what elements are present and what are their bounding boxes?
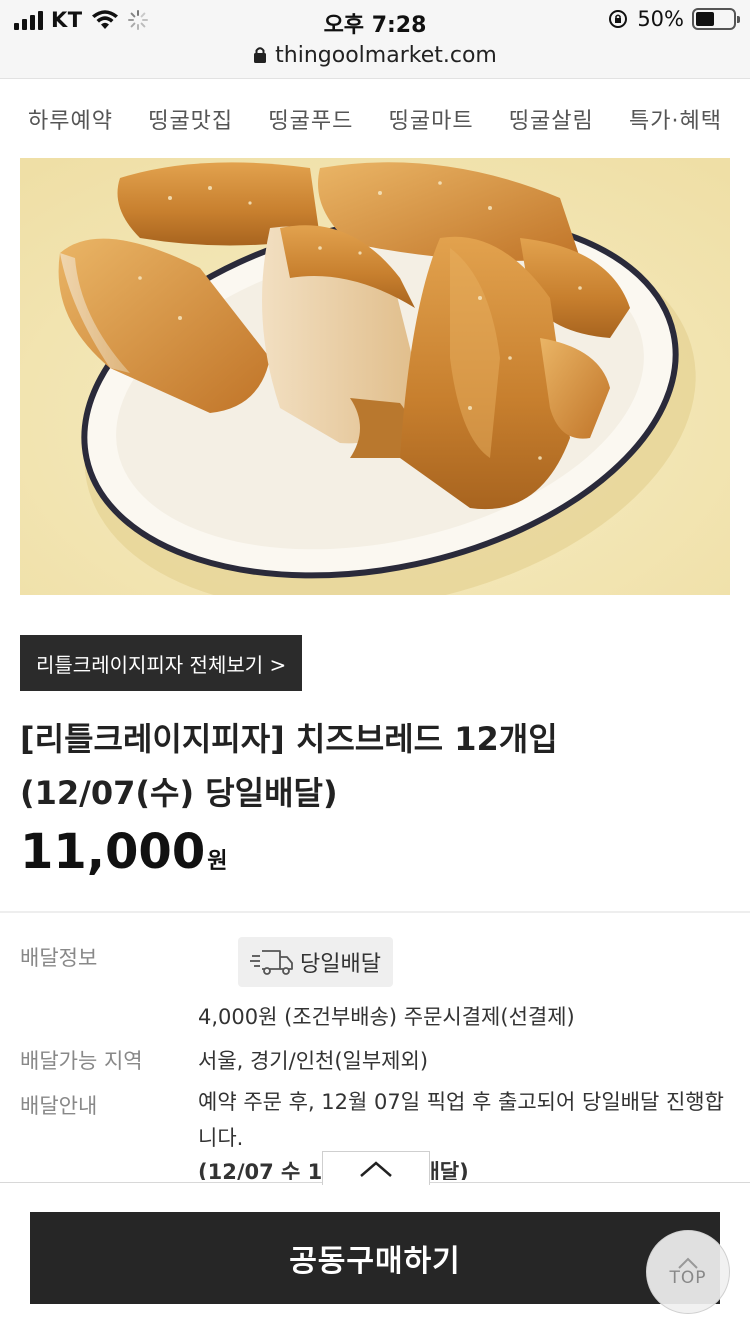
delivery-area-label: 배달가능 지역 xyxy=(20,1049,143,1073)
brand-view-all-button[interactable]: 리틀크레이지피자 전체보기 > xyxy=(20,635,303,691)
url-bar[interactable]: thingoolmarket.com xyxy=(0,40,750,70)
price-unit: 원 xyxy=(207,849,228,874)
url-text: thingoolmarket.com xyxy=(275,42,497,68)
lock-icon xyxy=(254,47,267,63)
delivery-info-label: 배달정보 xyxy=(20,946,98,970)
category-item-food[interactable]: 띵굴푸드 xyxy=(268,103,353,135)
product-price: 11,000원 xyxy=(20,824,227,880)
orientation-lock-icon xyxy=(609,10,628,28)
category-item-deals[interactable]: 특가·혜택 xyxy=(629,103,722,135)
delivery-guide-text: 예약 주문 후, 12월 07일 픽업 후 출고되어 당일배달 진행합니다. xyxy=(198,1090,724,1150)
cheese-bread-photo xyxy=(20,158,730,595)
battery-icon xyxy=(692,8,740,30)
category-item-reservation[interactable]: 하루예약 xyxy=(28,103,113,135)
product-image xyxy=(20,158,730,595)
status-bar: KT 오후 7:28 50% xyxy=(0,0,750,40)
delivery-badge-label: 당일배달 xyxy=(300,952,381,977)
category-item-living[interactable]: 띵굴살림 xyxy=(509,103,594,135)
category-nav: 하루예약 띵굴맛집 띵굴푸드 띵굴마트 띵굴살림 특가·혜택 xyxy=(0,80,750,158)
delivery-area-value: 서울, 경기/인천(일부제외) xyxy=(198,1049,429,1073)
same-day-delivery-badge: 당일배달 xyxy=(238,937,393,987)
chevron-up-icon xyxy=(360,1160,392,1177)
delivery-truck-icon xyxy=(250,950,293,975)
collapse-toggle[interactable] xyxy=(322,1151,430,1185)
scroll-top-button[interactable]: TOP xyxy=(646,1230,730,1314)
browser-chrome: KT 오후 7:28 50% thingoolmarket.com xyxy=(0,0,750,79)
group-buy-button[interactable]: 공동구매하기 xyxy=(30,1212,720,1304)
delivery-fee: 4,000원 (조건부배송) 주문시결제(선결제) xyxy=(198,1005,575,1029)
product-title: [리틀크레이지피자] 치즈브레드 12개입 (12/07(수) 당일배달) xyxy=(20,720,558,812)
delivery-guide-label: 배달안내 xyxy=(20,1094,98,1118)
category-item-mart[interactable]: 띵굴마트 xyxy=(389,103,474,135)
price-value: 11,000 xyxy=(20,824,206,880)
scroll-top-label: TOP xyxy=(669,1268,707,1288)
section-divider xyxy=(0,911,750,913)
battery-percent: 50% xyxy=(637,7,684,31)
category-item-restaurants[interactable]: 띵굴맛집 xyxy=(148,103,233,135)
status-right: 50% xyxy=(607,7,740,31)
